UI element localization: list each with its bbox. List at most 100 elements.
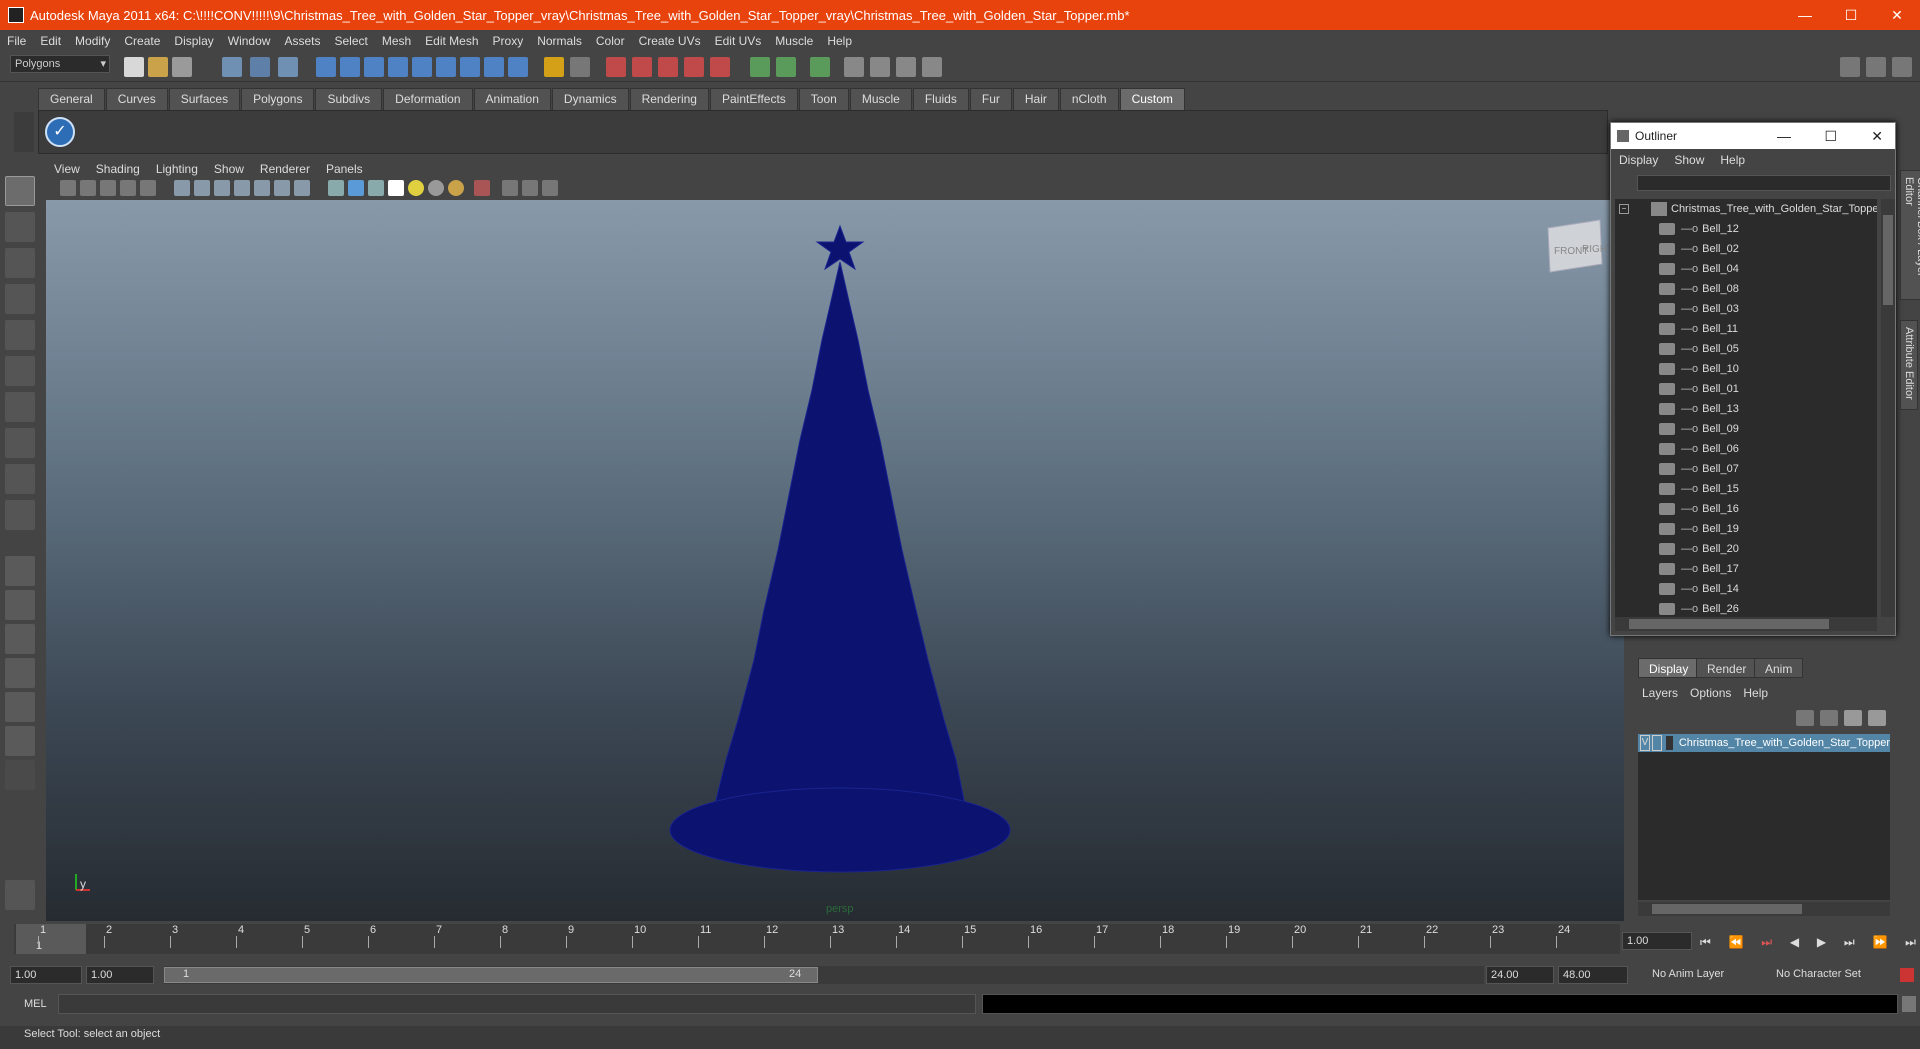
layer-display-type-toggle[interactable]: [1651, 735, 1662, 751]
shelf-tab-polygons[interactable]: Polygons: [241, 88, 315, 110]
outliner-item[interactable]: —o Bell_07: [1615, 459, 1877, 479]
panel-menu-show[interactable]: Show: [206, 162, 252, 176]
shelf-tab-general[interactable]: General: [38, 88, 105, 110]
paint-select-tool-icon[interactable]: [5, 248, 35, 278]
shelf-tab-fluids[interactable]: Fluids: [912, 88, 969, 110]
select-by-component-icon[interactable]: [278, 57, 298, 77]
checkmark-shelf-icon[interactable]: ✓: [45, 117, 75, 147]
outliner-menu-display[interactable]: Display: [1611, 153, 1666, 167]
show-attribute-editor-icon[interactable]: [1840, 57, 1860, 77]
perspective-viewport[interactable]: FRONT RIGHT y persp: [46, 200, 1624, 921]
menu-muscle[interactable]: Muscle: [768, 34, 820, 48]
channel-box-side-tab[interactable]: Channel Box / Layer Editor: [1900, 170, 1920, 300]
menu-create-uvs[interactable]: Create UVs: [632, 34, 708, 48]
image-plane-icon[interactable]: [120, 180, 136, 196]
menu-modify[interactable]: Modify: [68, 34, 117, 48]
outliner-item[interactable]: —o Bell_01: [1615, 379, 1877, 399]
bookmark-icon[interactable]: [100, 180, 116, 196]
menu-file[interactable]: File: [0, 34, 33, 48]
render-view-icon[interactable]: [844, 57, 864, 77]
graph-editor-layout-icon[interactable]: [5, 658, 35, 688]
layer-menu-options[interactable]: Options: [1684, 686, 1737, 700]
input-ops-icon[interactable]: [750, 57, 770, 77]
shelf-tab-surfaces[interactable]: Surfaces: [168, 88, 241, 110]
construction-history-icon[interactable]: [810, 57, 830, 77]
question-icon[interactable]: [508, 57, 528, 77]
layout-more-icon[interactable]: [5, 760, 35, 790]
outliner-filter-input[interactable]: [1637, 175, 1891, 191]
menu-proxy[interactable]: Proxy: [486, 34, 531, 48]
grid-icon[interactable]: [174, 180, 190, 196]
select-by-object-icon[interactable]: [250, 57, 270, 77]
four-pane-layout-icon[interactable]: [5, 590, 35, 620]
snap-grid-icon[interactable]: [606, 57, 626, 77]
gate-mask-icon[interactable]: [234, 180, 250, 196]
layer-visibility-toggle[interactable]: V: [1640, 735, 1650, 751]
outliner-minimize-button[interactable]: —: [1777, 128, 1791, 144]
shelf-tab-subdivs[interactable]: Subdivs: [315, 88, 383, 110]
select-by-hierarchy-icon[interactable]: [222, 57, 242, 77]
safe-action-icon[interactable]: [274, 180, 290, 196]
shadows-icon[interactable]: [428, 180, 444, 196]
outliner-menu-help[interactable]: Help: [1712, 153, 1753, 167]
smooth-shade-icon[interactable]: [348, 180, 364, 196]
shelf-options-handle[interactable]: [14, 112, 34, 152]
outliner-item[interactable]: —o Bell_06: [1615, 439, 1877, 459]
textured-icon[interactable]: [388, 180, 404, 196]
christmas-tree-mesh[interactable]: [711, 261, 968, 868]
outliner-scroll-thumb[interactable]: [1883, 215, 1893, 305]
shelf-tab-curves[interactable]: Curves: [105, 88, 168, 110]
save-scene-icon[interactable]: [172, 57, 192, 77]
ipr-render-icon[interactable]: [896, 57, 916, 77]
select-misc-icon[interactable]: [484, 57, 504, 77]
select-surfaces-icon[interactable]: [388, 57, 408, 77]
command-language-label[interactable]: MEL: [24, 998, 47, 1010]
highlight-selection-icon[interactable]: [570, 57, 590, 77]
hypershade-layout-icon[interactable]: [5, 692, 35, 722]
outliner-item[interactable]: —o Bell_09: [1615, 419, 1877, 439]
soft-modification-icon[interactable]: [5, 428, 35, 458]
select-handles-icon[interactable]: [316, 57, 336, 77]
single-pane-layout-icon[interactable]: [5, 556, 35, 586]
time-slider[interactable]: 1 1 2 3 4 5 6 7 8 9 10 11 12 13 14 15 16 17 18 19 20 21 22 23 2…: [14, 924, 1620, 954]
last-tool-icon[interactable]: [5, 500, 35, 530]
animation-end-field[interactable]: 48.00: [1558, 966, 1628, 984]
outliner-item[interactable]: —o Bell_19: [1615, 519, 1877, 539]
menu-display[interactable]: Display: [167, 34, 220, 48]
range-slider-track[interactable]: 1 24: [164, 966, 1484, 984]
panel-menu-view[interactable]: View: [46, 162, 88, 176]
shelf-tab-fur[interactable]: Fur: [969, 88, 1012, 110]
shelf-tab-muscle[interactable]: Muscle: [849, 88, 912, 110]
menu-help[interactable]: Help: [820, 34, 859, 48]
script-editor-icon[interactable]: [1902, 996, 1916, 1012]
animation-start-field[interactable]: 1.00: [10, 966, 82, 984]
shelf-tab-animation[interactable]: Animation: [473, 88, 551, 110]
command-input[interactable]: [58, 994, 976, 1014]
shelf-tab-dynamics[interactable]: Dynamics: [551, 88, 629, 110]
play-backwards-icon[interactable]: ◀: [1790, 935, 1799, 949]
layer-horizontal-scrollbar[interactable]: [1638, 902, 1890, 916]
character-set-dropdown[interactable]: No Character Set: [1772, 966, 1896, 984]
range-slider-handle[interactable]: 1 24: [164, 967, 818, 983]
current-frame-marker[interactable]: 1: [16, 924, 86, 954]
shelf-tab-rendering[interactable]: Rendering: [629, 88, 709, 110]
outliner-maximize-button[interactable]: ☐: [1824, 128, 1837, 145]
close-button[interactable]: ✕: [1874, 0, 1920, 30]
select-curves-icon[interactable]: [364, 57, 384, 77]
layer-row[interactable]: V Christmas_Tree_with_Golden_Star_Topper: [1638, 734, 1890, 752]
safe-title-icon[interactable]: [294, 180, 310, 196]
persp-graph-layout-icon[interactable]: [5, 726, 35, 756]
show-channel-box-icon[interactable]: [1892, 57, 1912, 77]
panel-menu-lighting[interactable]: Lighting: [148, 162, 206, 176]
step-back-key-icon[interactable]: ⏭: [1761, 935, 1772, 950]
outliner-item[interactable]: —o Bell_26: [1615, 599, 1877, 617]
layer-tab-render[interactable]: Render: [1696, 658, 1758, 678]
outliner-horizontal-scrollbar[interactable]: [1615, 617, 1877, 631]
layer-tab-anim[interactable]: Anim: [1754, 658, 1804, 678]
maximize-button[interactable]: ☐: [1828, 0, 1874, 30]
menu-edit-uvs[interactable]: Edit UVs: [708, 34, 769, 48]
shelf-tab-hair[interactable]: Hair: [1012, 88, 1059, 110]
outliner-root-row[interactable]: − Christmas_Tree_with_Golden_Star_Topper: [1615, 199, 1877, 219]
outliner-close-button[interactable]: ✕: [1871, 128, 1883, 145]
outliner-item[interactable]: —o Bell_16: [1615, 499, 1877, 519]
